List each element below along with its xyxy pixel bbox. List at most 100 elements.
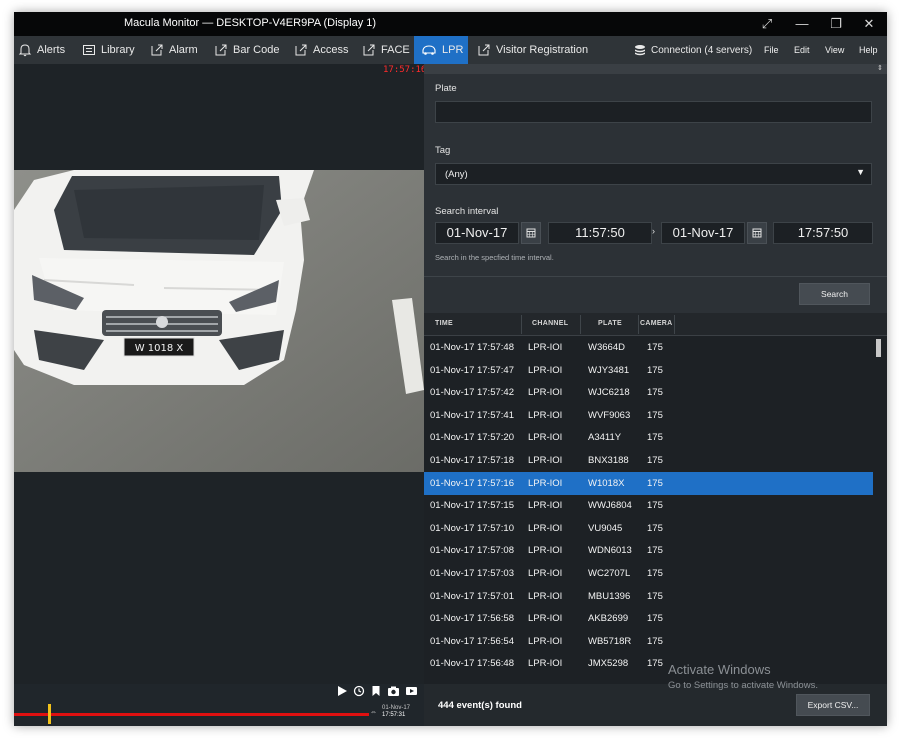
cell-plate: MBU1396 (588, 590, 631, 602)
results-scrollbar[interactable] (873, 336, 887, 684)
column-separator[interactable] (580, 315, 581, 334)
table-row[interactable]: 01-Nov-17 17:57:47 LPR-IOI WJY3481 175 (424, 359, 873, 382)
cell-camera: 175 (647, 590, 663, 602)
scroll-arrows-icon[interactable]: ⇕ (877, 64, 883, 74)
cell-camera: 175 (647, 409, 663, 421)
tag-select[interactable]: (Any) ▼ (435, 163, 872, 185)
cell-plate: WVF9063 (588, 409, 631, 421)
from-time-field[interactable]: 11:57:50 (548, 222, 652, 244)
timeline-collapse-icon[interactable]: ⇔ (370, 706, 380, 720)
cell-time: 01-Nov-17 17:57:16 (430, 477, 514, 489)
cell-channel: LPR-IOI (528, 545, 563, 557)
play-icon[interactable] (336, 685, 348, 697)
activate-windows-title: Activate Windows (668, 662, 771, 677)
results-table-body: 01-Nov-17 17:57:48 LPR-IOI W3664D 175 01-Nov… (424, 336, 873, 684)
table-row[interactable]: 01-Nov-17 17:57:20 LPR-IOI A3411Y 175 (424, 426, 873, 449)
table-row[interactable]: 01-Nov-17 17:57:42 LPR-IOI WJC6218 175 (424, 381, 873, 404)
camera-snapshot-icon[interactable] (387, 685, 400, 697)
tab-bar-code[interactable]: Bar Code (214, 36, 279, 64)
table-row[interactable]: 01-Nov-17 17:57:15 LPR-IOI WWJ6804 175 (424, 494, 873, 517)
expand-icon[interactable]: ⤢ (752, 14, 782, 34)
to-calendar-button[interactable] (747, 222, 767, 244)
column-header-plate[interactable]: PLATE (598, 320, 622, 327)
cell-time: 01-Nov-17 17:57:08 (430, 545, 514, 557)
car-icon (422, 45, 436, 55)
external-link-icon (215, 44, 227, 56)
cell-time: 01-Nov-17 17:57:15 (430, 500, 514, 512)
to-date-field[interactable]: 01-Nov-17 (661, 222, 745, 244)
search-button[interactable]: Search (799, 283, 870, 305)
cell-time: 01-Nov-17 17:57:18 (430, 455, 514, 466)
minimize-button[interactable]: — (787, 14, 817, 34)
panel-scroll-strip[interactable]: ⇕ (424, 64, 887, 74)
bookmark-icon[interactable] (370, 685, 382, 697)
export-csv-button[interactable]: Export CSV... (796, 694, 870, 716)
tab-label: Access (313, 44, 349, 56)
lpr-camera-frame[interactable]: W 1018 X (14, 170, 424, 472)
cell-plate: BNX3188 (588, 455, 629, 466)
from-date-field[interactable]: 01-Nov-17 (435, 222, 519, 244)
table-row[interactable]: 01-Nov-17 17:56:48 LPR-IOI JMX5298 175 (424, 652, 873, 675)
cell-plate: AKB2699 (588, 613, 629, 625)
column-separator[interactable] (674, 315, 675, 334)
close-button[interactable]: ✕ (854, 14, 884, 34)
title-bar: Macula Monitor — DESKTOP-V4ER9PA (Displa… (14, 12, 887, 36)
table-row[interactable]: 01-Nov-17 17:56:54 LPR-IOI WB5718R 175 (424, 630, 873, 653)
to-time-field[interactable]: 17:57:50 (773, 222, 873, 244)
column-separator[interactable] (638, 315, 639, 334)
column-separator[interactable] (521, 315, 522, 334)
menu-file[interactable]: File (764, 36, 779, 64)
cell-camera: 175 (647, 387, 663, 399)
menu-edit[interactable]: Edit (794, 36, 810, 64)
event-count: 444 event(s) found (438, 700, 522, 711)
tab-alerts[interactable]: Alerts (18, 36, 65, 64)
results-table-header: TIME CHANNEL PLATE CAMERA (424, 313, 887, 336)
column-header-channel[interactable]: CHANNEL (532, 320, 568, 327)
cell-plate: WJC6218 (588, 387, 630, 399)
cell-plate: W1018X (588, 477, 625, 489)
connection-status[interactable]: Connection (4 servers) (634, 36, 752, 64)
cell-camera: 175 (647, 477, 663, 489)
database-icon (635, 45, 645, 56)
table-row[interactable]: 01-Nov-17 17:57:48 LPR-IOI W3664D 175 (424, 336, 873, 359)
timeline-time: 17:57:31 (382, 712, 406, 718)
table-row[interactable]: 01-Nov-17 17:57:03 LPR-IOI WC2707L 175 (424, 562, 873, 585)
table-row[interactable]: 01-Nov-17 17:57:18 LPR-IOI BNX3188 175 (424, 449, 873, 472)
table-row[interactable]: 01-Nov-17 17:57:16 LPR-IOI W1018X 175 (424, 471, 873, 495)
tab-label: Visitor Registration (496, 44, 589, 56)
scrollbar-thumb[interactable] (876, 339, 881, 357)
restore-button[interactable]: ❐ (821, 14, 851, 34)
cell-time: 01-Nov-17 17:57:41 (430, 409, 514, 421)
tab-label: Alarm (169, 44, 198, 56)
menu-view[interactable]: View (825, 36, 844, 64)
tab-library[interactable]: Library (82, 36, 135, 64)
external-link-icon (363, 44, 375, 56)
tab-alarm[interactable]: Alarm (150, 36, 198, 64)
timeline-bar[interactable] (14, 713, 369, 716)
tab-visitor-registration[interactable]: Visitor Registration (477, 36, 588, 64)
car-snapshot-image: W 1018 X (14, 170, 424, 472)
tab-access[interactable]: Access (294, 36, 348, 64)
table-row[interactable]: 01-Nov-17 17:57:10 LPR-IOI VU9045 175 (424, 517, 873, 540)
video-export-icon[interactable] (405, 685, 418, 697)
search-interval-label: Search interval (435, 206, 499, 217)
table-row[interactable]: 01-Nov-17 17:57:41 LPR-IOI WVF9063 175 (424, 404, 873, 427)
column-header-camera[interactable]: CAMERA (640, 320, 673, 327)
tab-lpr[interactable]: LPR (414, 36, 468, 64)
cell-camera: 175 (647, 658, 663, 670)
tab-face[interactable]: FACE (362, 36, 410, 64)
cell-time: 01-Nov-17 17:57:42 (430, 387, 514, 399)
from-calendar-button[interactable] (521, 222, 541, 244)
table-row[interactable]: 01-Nov-17 17:57:08 LPR-IOI WDN6013 175 (424, 539, 873, 562)
plate-input[interactable] (435, 101, 872, 123)
bell-icon (18, 44, 32, 57)
cell-channel: LPR-IOI (528, 364, 563, 376)
clock-icon[interactable] (353, 685, 365, 697)
cell-camera: 175 (647, 364, 663, 376)
column-header-time[interactable]: TIME (435, 320, 453, 327)
cell-time: 01-Nov-17 17:56:54 (430, 635, 514, 647)
menu-help[interactable]: Help (859, 36, 878, 64)
table-row[interactable]: 01-Nov-17 17:56:58 LPR-IOI AKB2699 175 (424, 607, 873, 630)
table-row[interactable]: 01-Nov-17 17:57:01 LPR-IOI MBU1396 175 (424, 585, 873, 608)
timeline-playhead[interactable] (48, 704, 51, 724)
